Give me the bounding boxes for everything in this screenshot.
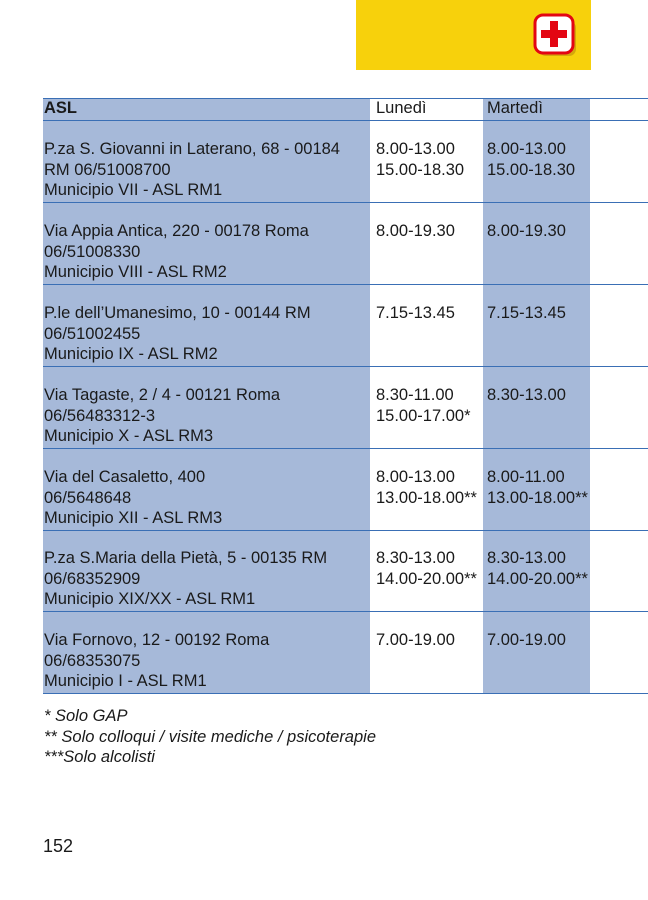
table-row-lunedi: 8.00-13.00 15.00-18.30 <box>376 140 465 179</box>
footnote: * Solo GAP <box>44 707 128 725</box>
footnotes: * Solo GAP ** Solo colloqui / visite med… <box>44 706 376 768</box>
row-rule <box>43 611 648 612</box>
table-row-lunedi: 8.30-13.00 14.00-20.00** <box>376 549 477 588</box>
table-row-asl: Via Appia Antica, 220 - 00178 Roma 06/510… <box>44 222 309 281</box>
row-rule <box>43 202 648 203</box>
table-row-asl: P.za S. Giovanni in Laterano, 68 - 00184… <box>44 140 340 199</box>
table-row-martedi: 8.00-11.00 13.00-18.00** <box>487 468 588 507</box>
table-row-lunedi: 7.15-13.45 <box>376 304 455 322</box>
table-top-rule <box>43 98 648 99</box>
table-row-asl: Via Tagaste, 2 / 4 - 00121 Roma 06/564833… <box>44 386 281 445</box>
table-row-asl: P.le dell’Umanesimo, 10 - 00144 RM 06/510… <box>44 304 311 363</box>
table-bottom-rule <box>43 693 648 694</box>
row-rule <box>43 366 648 367</box>
table-row-martedi: 7.15-13.45 <box>487 304 566 322</box>
page-number: 152 <box>43 836 74 856</box>
table-row-asl: P.za S.Maria della Pietà, 5 - 00135 RM 06… <box>44 549 328 608</box>
column-header-asl: ASL <box>44 99 77 117</box>
table-row-martedi: 8.00-13.00 15.00-18.30 <box>487 140 576 179</box>
first-aid-cross-icon <box>533 13 576 56</box>
table-row-martedi: 8.30-13.00 <box>487 386 566 404</box>
row-rule <box>43 448 648 449</box>
footnote: ***Solo alcolisti <box>44 748 155 766</box>
row-rule <box>43 284 648 285</box>
footnote: ** Solo colloqui / visite mediche / psic… <box>44 727 377 746</box>
table-row-martedi: 8.00-19.30 <box>487 222 566 240</box>
column-header-martedi: Martedì <box>487 99 543 117</box>
column-header-lunedi: Lunedì <box>376 99 427 117</box>
table-row-martedi: 8.30-13.00 14.00-20.00** <box>487 549 588 588</box>
table-row-lunedi: 8.00-13.00 13.00-18.00** <box>376 468 477 507</box>
table-row-asl: Via Fornovo, 12 - 00192 Roma 06/68353075 M… <box>44 631 270 690</box>
table-row-lunedi: 8.30-11.00 15.00-17.00* <box>376 386 471 425</box>
header-rule <box>43 120 648 121</box>
row-rule <box>43 530 648 531</box>
table-row-martedi: 7.00-19.00 <box>487 631 566 649</box>
table-row-lunedi: 7.00-19.00 <box>376 631 455 649</box>
table-row-asl: Via del Casaletto, 400 06/5648648 Municipi… <box>44 468 223 527</box>
table-row-lunedi: 8.00-19.30 <box>376 222 455 240</box>
